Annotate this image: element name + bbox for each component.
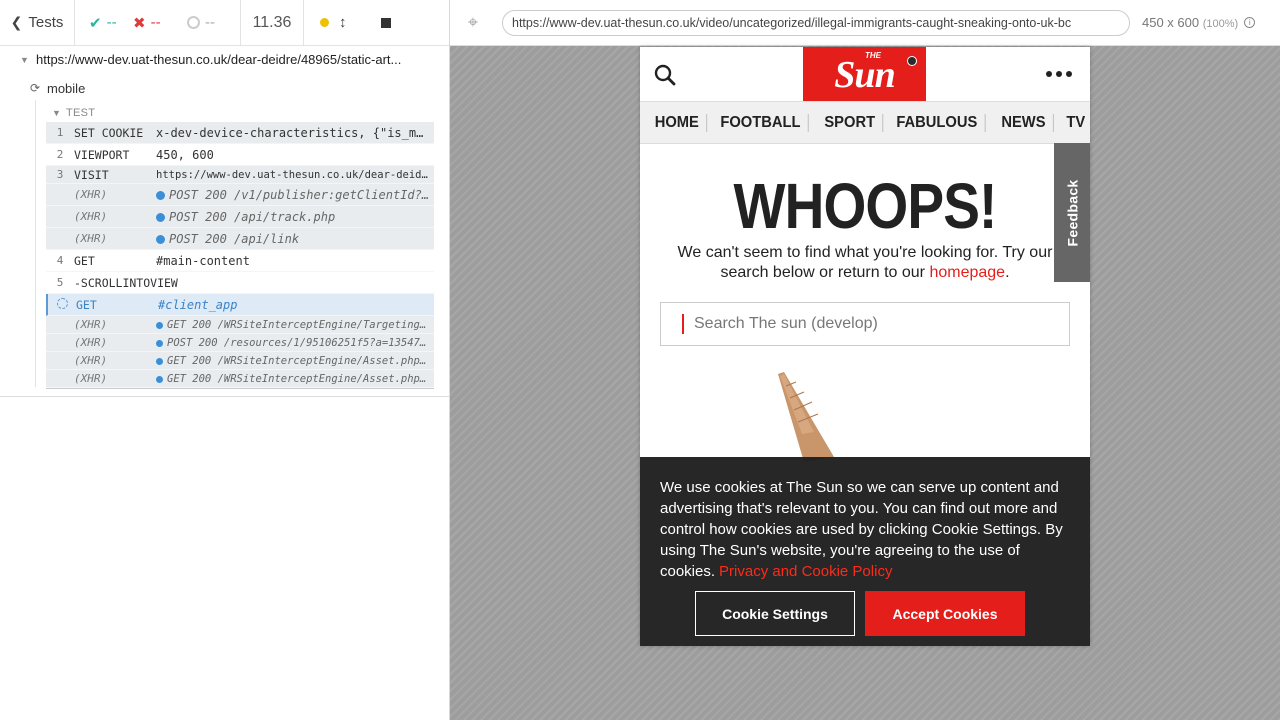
error-heading: WHOOPS! <box>733 170 997 242</box>
failed-count: -- <box>150 14 161 31</box>
pending-circle-icon <box>187 16 200 29</box>
search-icon[interactable] <box>654 64 676 86</box>
passed-count: -- <box>106 14 117 31</box>
tests-button[interactable]: ❮ Tests <box>0 0 75 46</box>
nav-item-home[interactable]: HOME <box>640 113 708 132</box>
suite-title[interactable]: mobile <box>47 81 85 96</box>
caret-down-icon[interactable]: ▼ <box>20 55 29 65</box>
xhr-status-dot-icon <box>156 321 163 329</box>
cookie-settings-button[interactable]: Cookie Settings <box>695 591 855 636</box>
auto-scroll-dot-icon <box>320 18 329 27</box>
reporter-panel: ❮ Tests ✔ -- ✖ -- -- 11.36 ↕ ▼ https://w… <box>0 0 450 720</box>
nav-item-fabulous[interactable]: FABULOUS <box>889 113 986 132</box>
zoom-level: (100%) <box>1202 18 1239 30</box>
xhr-status-dot-icon <box>156 190 165 200</box>
duration: 11.36 <box>241 0 304 46</box>
nav-item-tv-showbiz[interactable]: TV & SHOWBI <box>1059 114 1090 132</box>
info-icon[interactable]: i <box>1244 17 1256 28</box>
xhr-row[interactable]: (XHR) POST 200 /v1/publisher:getClientId… <box>46 184 434 206</box>
failed-stat: ✖ -- <box>125 0 173 46</box>
cookie-message: We use cookies at The Sun so we can serv… <box>660 479 1063 580</box>
xhr-status-dot-icon <box>156 357 163 365</box>
aut-header: ⌖ https://www-dev.uat-thesun.co.uk/video… <box>450 0 1280 46</box>
loading-spinner-icon <box>56 297 68 309</box>
pending-count: -- <box>205 14 215 31</box>
reporter-header: ❮ Tests ✔ -- ✖ -- -- 11.36 ↕ <box>0 0 449 46</box>
tree-guide-line <box>35 100 36 387</box>
viewport-info: 450 x 600 (100%) <box>1142 15 1238 30</box>
xhr-row[interactable]: (XHR) GET 200 /WRSiteInterceptEngine/Tar… <box>46 316 434 334</box>
logo-dot-icon <box>907 56 917 66</box>
runnable-url[interactable]: https://www-dev.uat-thesun.co.uk/dear-de… <box>36 52 436 67</box>
xhr-row[interactable]: (XHR) POST 200 /api/link <box>46 228 434 250</box>
command-row[interactable]: 2 VIEWPORT 450, 600 <box>46 144 434 166</box>
feedback-label: Feedback <box>1064 179 1080 246</box>
reporter-divider <box>0 396 450 397</box>
xhr-row[interactable]: (XHR) POST 200 /resources/1/95106251f5?a… <box>46 334 434 352</box>
caret-down-icon[interactable]: ▼ <box>52 108 61 118</box>
privacy-policy-link[interactable]: Privacy and Cookie Policy <box>719 563 892 580</box>
command-row[interactable]: 3 VISIT https://www-dev.uat-thesun.co.uk… <box>46 166 434 184</box>
accept-cookies-button[interactable]: Accept Cookies <box>865 591 1025 636</box>
nav-item-sport[interactable]: SPORT <box>817 113 884 132</box>
nav-item-news[interactable]: NEWS <box>994 113 1055 132</box>
refresh-icon: ⟳ <box>30 81 41 95</box>
check-icon: ✔ <box>89 14 102 32</box>
xhr-row[interactable]: (XHR) GET 200 /WRSiteInterceptEngine/Ass… <box>46 370 434 388</box>
stop-icon[interactable] <box>380 17 391 28</box>
command-row[interactable]: 5 -SCROLLINTOVIEW <box>46 272 434 294</box>
cookie-banner: We use cookies at The Sun so we can serv… <box>640 457 1090 646</box>
xhr-row[interactable]: (XHR) POST 200 /api/track.php <box>46 206 434 228</box>
passed-stat: ✔ -- <box>75 0 125 46</box>
test-title[interactable]: TEST <box>66 107 95 119</box>
search-placeholder: Search The sun (develop) <box>694 315 878 332</box>
aut-iframe: THE Sun HOME FOOTBALL SPORT FABULOUS NEW… <box>640 47 1090 646</box>
search-cursor <box>682 314 684 334</box>
the-sun-logo[interactable]: THE Sun <box>803 47 926 101</box>
not-found-message: We can't seem to find what you're lookin… <box>677 244 1053 281</box>
chevron-left-icon: ❮ <box>10 14 23 30</box>
ice-cream-cone-image <box>778 372 834 462</box>
xhr-status-dot-icon <box>156 375 163 383</box>
more-menu-icon[interactable] <box>1046 71 1072 77</box>
xhr-status-dot-icon <box>156 339 163 347</box>
command-row-active[interactable]: GET #client_app <box>46 294 434 316</box>
search-input[interactable]: Search The sun (develop) <box>660 302 1070 346</box>
xhr-status-dot-icon <box>156 234 165 244</box>
feedback-tab[interactable]: Feedback <box>1054 143 1090 282</box>
site-header: THE Sun <box>640 47 1090 101</box>
tests-label: Tests <box>28 14 64 31</box>
aut-url-bar[interactable]: https://www-dev.uat-thesun.co.uk/video/u… <box>502 9 1130 36</box>
viewport-size: 450 x 600 <box>1142 15 1200 30</box>
main-nav: HOME FOOTBALL SPORT FABULOUS NEWS TV & S… <box>640 101 1090 144</box>
x-icon: ✖ <box>133 14 146 32</box>
homepage-link[interactable]: homepage <box>929 264 1005 281</box>
xhr-row[interactable]: (XHR) GET 200 /WRSiteInterceptEngine/Ass… <box>46 352 434 370</box>
command-row[interactable]: 4 GET #main-content <box>46 250 434 272</box>
command-row[interactable]: 1 SET COOKIE x-dev-device-characteristic… <box>46 122 434 144</box>
selector-playground-crosshair-icon[interactable]: ⌖ <box>450 12 496 33</box>
header-controls: ↕ <box>304 0 446 46</box>
command-log: 1 SET COOKIE x-dev-device-characteristic… <box>46 122 434 389</box>
pending-stat: -- <box>173 0 241 46</box>
nav-item-football[interactable]: FOOTBALL <box>713 113 809 132</box>
xhr-status-dot-icon <box>156 212 165 222</box>
logo-the: THE <box>865 51 881 60</box>
auto-scroll-arrows-icon[interactable]: ↕ <box>339 14 347 31</box>
